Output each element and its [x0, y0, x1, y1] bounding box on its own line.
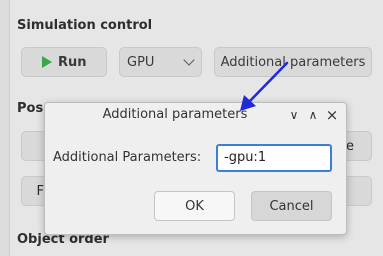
section-title-position: Pos: [17, 101, 44, 116]
section-title-simulation-control: Simulation control: [17, 18, 153, 33]
additional-parameters-dialog: Additional parameters ∨ ∧ × Additional P…: [44, 102, 347, 235]
run-label: Run: [58, 54, 87, 70]
ok-button[interactable]: OK: [154, 191, 235, 221]
fragment-text: F: [36, 183, 44, 199]
left-edge: [0, 0, 10, 256]
device-select-value: GPU: [127, 54, 155, 70]
additional-parameters-label: Additional parameters: [220, 54, 366, 70]
close-icon[interactable]: ×: [325, 108, 339, 123]
additional-parameters-input[interactable]: -gpu:1: [216, 144, 332, 172]
minimize-icon[interactable]: ∨: [287, 108, 301, 122]
dialog-title: Additional parameters: [102, 107, 248, 122]
device-select[interactable]: GPU: [119, 47, 202, 77]
chevron-down-icon: [183, 54, 195, 66]
additional-parameters-button[interactable]: Additional parameters: [214, 47, 372, 77]
additional-parameters-label: Additional Parameters:: [53, 150, 202, 165]
play-icon: [42, 56, 52, 68]
cancel-button[interactable]: Cancel: [251, 191, 332, 221]
fragment-text: e: [346, 138, 354, 154]
run-button[interactable]: Run: [21, 47, 107, 77]
maximize-icon[interactable]: ∧: [306, 108, 320, 122]
